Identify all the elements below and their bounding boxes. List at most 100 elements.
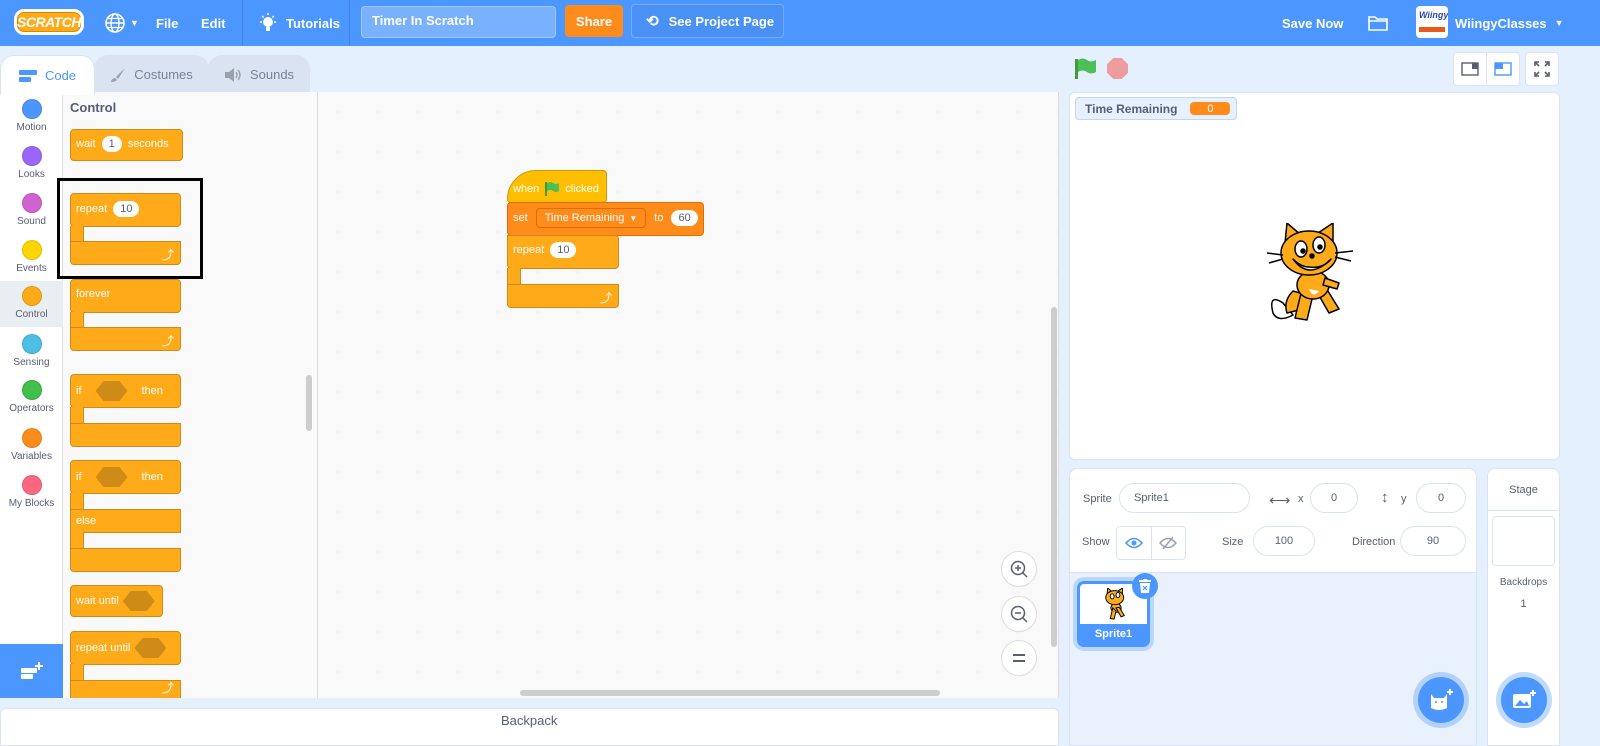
- workspace-vertical-scrollbar[interactable]: [1051, 307, 1057, 647]
- block-text: wait until: [76, 595, 119, 607]
- block-value-input[interactable]: 60: [671, 210, 698, 226]
- category-sensing[interactable]: Sensing: [0, 329, 63, 375]
- edit-menu[interactable]: Edit: [201, 0, 226, 46]
- stage-selector[interactable]: Stage Backdrops 1: [1487, 468, 1560, 746]
- menu-divider: [242, 0, 243, 46]
- share-button[interactable]: Share: [565, 5, 623, 37]
- size-label: Size: [1222, 536, 1244, 548]
- set-variable-block[interactable]: set Time Remaining ▼ to 60: [507, 202, 704, 236]
- wait-seconds-block[interactable]: wait 1 seconds: [70, 129, 183, 161]
- sound-color-dot: [21, 193, 42, 213]
- sprite-name-input[interactable]: Sprite1: [1119, 483, 1250, 513]
- add-backdrop-button[interactable]: [1501, 677, 1547, 723]
- category-variables[interactable]: Variables: [0, 423, 63, 469]
- category-control[interactable]: Control: [0, 281, 63, 327]
- fullscreen-button[interactable]: [1525, 52, 1559, 86]
- tab-sounds-label: Sounds: [249, 67, 295, 82]
- when-flag-clicked-block[interactable]: when clicked: [507, 170, 607, 203]
- show-label: Show: [1082, 536, 1110, 548]
- if-else-arm: [70, 493, 84, 510]
- repeat-until-block[interactable]: repeat until: [70, 631, 181, 665]
- category-label: Events: [16, 263, 47, 274]
- highlight-box: [57, 178, 203, 279]
- avatar-stripe: [1419, 27, 1445, 32]
- block-number-input[interactable]: 10: [550, 242, 577, 258]
- language-menu[interactable]: ▼: [104, 0, 139, 46]
- brush-icon: [111, 67, 126, 82]
- backdrops-count: 1: [1520, 598, 1527, 610]
- caret-down-icon: ▼: [629, 213, 638, 223]
- add-extension-button[interactable]: [0, 644, 63, 698]
- forever-block-footer: ⤴: [70, 327, 181, 351]
- add-backdrop-icon: [1513, 690, 1536, 708]
- tutorials-button[interactable]: Tutorials: [258, 0, 340, 46]
- my-stuff-button[interactable]: [1367, 0, 1389, 46]
- if-else-block[interactable]: if then: [70, 460, 181, 494]
- user-avatar[interactable]: Wiingy: [1416, 6, 1448, 38]
- wait-until-block[interactable]: wait until: [70, 585, 163, 617]
- category-looks[interactable]: Looks: [0, 141, 63, 187]
- boolean-slot[interactable]: [134, 638, 167, 658]
- username-label: WiingyClasses: [1455, 15, 1547, 31]
- reset-zoom-button[interactable]: [1001, 640, 1037, 676]
- block-text: then: [141, 471, 163, 483]
- variable-monitor[interactable]: Time Remaining 0: [1075, 97, 1238, 120]
- palette-scrollbar[interactable]: [306, 375, 312, 431]
- eye-slash-icon: [1159, 536, 1178, 550]
- variables-color-dot: [21, 428, 42, 448]
- zoom-out-button[interactable]: [1001, 596, 1037, 632]
- x-position-input[interactable]: 0: [1310, 483, 1358, 513]
- scratch-logo[interactable]: SCRATCH: [14, 9, 84, 35]
- sprite-thumbnail: [1105, 588, 1126, 620]
- script-workspace[interactable]: when clicked set Time Remaining ▼ to 60 …: [318, 92, 1059, 698]
- delete-sprite-button[interactable]: [1132, 573, 1158, 599]
- small-stage-button[interactable]: [1453, 52, 1487, 86]
- backpack-panel[interactable]: Backpack: [0, 708, 1059, 746]
- category-operators[interactable]: Operators: [0, 375, 63, 421]
- add-sprite-button[interactable]: [1418, 677, 1464, 723]
- repeat-until-arm: [70, 664, 84, 681]
- boolean-slot[interactable]: [95, 467, 128, 487]
- my-blocks-color-dot: [21, 475, 42, 495]
- stop-button[interactable]: [1107, 58, 1128, 79]
- backdrop-thumbnail[interactable]: [1492, 516, 1555, 566]
- y-position-input[interactable]: 0: [1416, 483, 1466, 513]
- trash-icon: [1139, 579, 1151, 593]
- variable-dropdown[interactable]: Time Remaining ▼: [535, 208, 647, 228]
- green-flag-button[interactable]: [1074, 58, 1098, 80]
- boolean-slot[interactable]: [95, 381, 128, 401]
- y-label: y: [1401, 493, 1407, 505]
- boolean-slot[interactable]: [122, 591, 155, 611]
- palette-section-title: Control: [70, 100, 117, 115]
- cat-sprite[interactable]: [1263, 223, 1363, 329]
- large-stage-button[interactable]: [1486, 52, 1520, 86]
- save-now-button[interactable]: Save Now: [1282, 0, 1343, 46]
- forever-block[interactable]: forever: [70, 279, 181, 313]
- horizontal-arrows-icon: ⟷: [1269, 492, 1291, 509]
- account-menu[interactable]: WiingyClasses ▼: [1455, 0, 1564, 46]
- category-events[interactable]: Events: [0, 235, 63, 281]
- block-number-input[interactable]: 1: [101, 136, 122, 152]
- project-title-input[interactable]: Timer In Scratch: [361, 6, 556, 38]
- file-menu[interactable]: File: [156, 0, 178, 46]
- hide-sprite-button[interactable]: [1152, 527, 1186, 559]
- monitor-label: Time Remaining: [1085, 101, 1178, 116]
- tab-sounds[interactable]: Sounds: [208, 55, 310, 93]
- see-project-page-button[interactable]: ⟲ See Project Page: [631, 4, 784, 38]
- repeat-block[interactable]: repeat 10: [507, 235, 619, 269]
- tab-code[interactable]: Code: [0, 55, 95, 95]
- show-sprite-button[interactable]: [1117, 527, 1152, 559]
- size-input[interactable]: 100: [1253, 526, 1315, 556]
- workspace-horizontal-scrollbar[interactable]: [520, 690, 940, 696]
- category-motion[interactable]: Motion: [0, 94, 63, 140]
- direction-input[interactable]: 90: [1400, 526, 1466, 556]
- category-my-blocks[interactable]: My Blocks: [0, 470, 63, 516]
- if-then-block[interactable]: if then: [70, 374, 181, 408]
- zoom-in-button[interactable]: [1001, 551, 1037, 587]
- tab-costumes[interactable]: Costumes: [94, 55, 209, 93]
- block-text: seconds: [127, 138, 169, 150]
- stage-canvas[interactable]: Time Remaining 0: [1069, 92, 1560, 460]
- monitor-value: 0: [1190, 102, 1231, 115]
- category-sound[interactable]: Sound: [0, 188, 63, 234]
- block-text: repeat until: [76, 642, 131, 654]
